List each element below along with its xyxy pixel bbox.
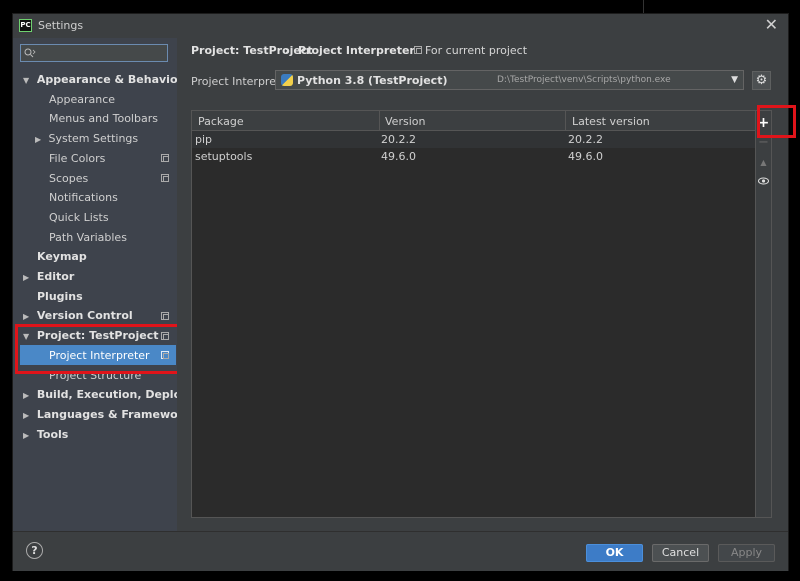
- sidebar-item-label: System Settings: [48, 132, 139, 145]
- sidebar-item-tools[interactable]: ▶ Tools: [23, 425, 68, 444]
- collapsed-arrow-icon: ▶: [23, 431, 30, 440]
- close-icon[interactable]: ✕: [765, 16, 778, 34]
- help-icon[interactable]: ?: [26, 542, 43, 559]
- project-scope-icon: [161, 174, 169, 182]
- eye-icon: [758, 177, 769, 185]
- package-version: 49.6.0: [381, 150, 416, 163]
- project-scope-icon: [161, 154, 169, 162]
- column-divider: [565, 111, 566, 130]
- packages-table: Package Version Latest version pip 20.2.…: [191, 110, 756, 518]
- sidebar-item-plugins[interactable]: Plugins: [37, 287, 83, 306]
- highlight-box-project-interpreter: [15, 324, 181, 374]
- sidebar-item-label: Languages & Frameworks: [36, 408, 197, 421]
- sidebar-item-keymap[interactable]: Keymap: [37, 247, 87, 266]
- settings-dialog: PC Settings ✕ ▼ Appearance & Behavior Ap…: [12, 13, 796, 571]
- sidebar-item-label: Version Control: [36, 309, 133, 322]
- interpreter-name: Python 3.8 (TestProject): [297, 74, 448, 87]
- interpreter-path: D:\TestProject\venv\Scripts\python.exe: [497, 75, 671, 85]
- title-bar: PC Settings ✕: [13, 14, 788, 38]
- ok-button[interactable]: OK: [586, 544, 643, 562]
- sidebar-item-quick-lists[interactable]: Quick Lists: [49, 208, 109, 227]
- project-scope-icon: [161, 312, 169, 320]
- background-frame-line: [643, 0, 644, 14]
- chevron-down-icon: ▼: [731, 75, 738, 85]
- collapsed-arrow-icon: ▶: [23, 411, 30, 420]
- column-header-latest-version[interactable]: Latest version: [572, 115, 650, 128]
- sidebar-item-languages-frameworks[interactable]: ▶ Languages & Frameworks: [23, 405, 197, 424]
- upgrade-package-button[interactable]: ▲: [756, 158, 771, 167]
- search-icon: [24, 48, 36, 58]
- expanded-arrow-icon: ▼: [23, 76, 30, 85]
- collapsed-arrow-icon: ▶: [35, 135, 42, 144]
- column-header-version[interactable]: Version: [385, 115, 425, 128]
- interpreter-select[interactable]: Python 3.8 (TestProject) D:\TestProject\…: [275, 70, 744, 90]
- sidebar-item-label: Appearance & Behavior: [36, 73, 183, 86]
- breadcrumb-separator: ›: [285, 44, 290, 57]
- package-latest-version: 49.6.0: [568, 150, 603, 163]
- table-row[interactable]: pip 20.2.2 20.2.2: [192, 131, 755, 148]
- column-header-package[interactable]: Package: [198, 115, 244, 128]
- sidebar-item-menus-toolbars[interactable]: Menus and Toolbars: [49, 109, 158, 128]
- apply-button[interactable]: Apply: [718, 544, 775, 562]
- gear-icon[interactable]: ⚙: [752, 71, 771, 90]
- breadcrumb-page: Project Interpreter: [298, 44, 415, 57]
- package-name: pip: [195, 133, 213, 146]
- collapsed-arrow-icon: ▶: [23, 391, 30, 400]
- package-name: setuptools: [195, 150, 253, 163]
- table-row[interactable]: setuptools 49.6.0 49.6.0: [192, 148, 755, 165]
- cancel-button[interactable]: Cancel: [652, 544, 709, 562]
- sidebar-item-system-settings[interactable]: ▶ System Settings: [35, 129, 138, 148]
- sidebar-item-file-colors[interactable]: File Colors: [49, 149, 105, 168]
- settings-search-input[interactable]: [20, 44, 168, 62]
- sidebar-item-editor[interactable]: ▶ Editor: [23, 267, 74, 286]
- sidebar-item-label: Editor: [36, 270, 75, 283]
- column-divider: [379, 111, 380, 130]
- project-scope-icon: [414, 46, 422, 54]
- package-toolbar: + − ▲: [756, 110, 772, 518]
- sidebar-item-notifications[interactable]: Notifications: [49, 188, 118, 207]
- sidebar-item-scopes[interactable]: Scopes: [49, 169, 88, 188]
- sidebar-item-path-variables[interactable]: Path Variables: [49, 228, 127, 247]
- dialog-footer: ? OK Cancel Apply: [13, 531, 788, 571]
- package-version: 20.2.2: [381, 133, 416, 146]
- pycharm-app-icon: PC: [19, 19, 32, 32]
- window-title: Settings: [38, 19, 84, 32]
- table-header: Package Version Latest version: [192, 111, 755, 131]
- package-latest-version: 20.2.2: [568, 133, 603, 146]
- sidebar-item-appearance[interactable]: Appearance: [49, 90, 115, 109]
- collapsed-arrow-icon: ▶: [23, 273, 30, 282]
- settings-content: Project: TestProject › Project Interpret…: [177, 38, 796, 531]
- sidebar-item-appearance-behavior[interactable]: ▼ Appearance & Behavior: [23, 70, 183, 89]
- python-icon: [281, 74, 293, 86]
- highlight-box-add-button: [757, 105, 796, 138]
- sidebar-item-version-control[interactable]: ▶ Version Control: [23, 306, 133, 325]
- scope-label: For current project: [425, 44, 528, 57]
- show-early-releases-button[interactable]: [756, 177, 771, 188]
- sidebar-item-label: Tools: [36, 428, 69, 441]
- settings-sidebar: ▼ Appearance & Behavior Appearance Menus…: [13, 38, 220, 531]
- breadcrumb-project[interactable]: Project: TestProject: [191, 44, 313, 57]
